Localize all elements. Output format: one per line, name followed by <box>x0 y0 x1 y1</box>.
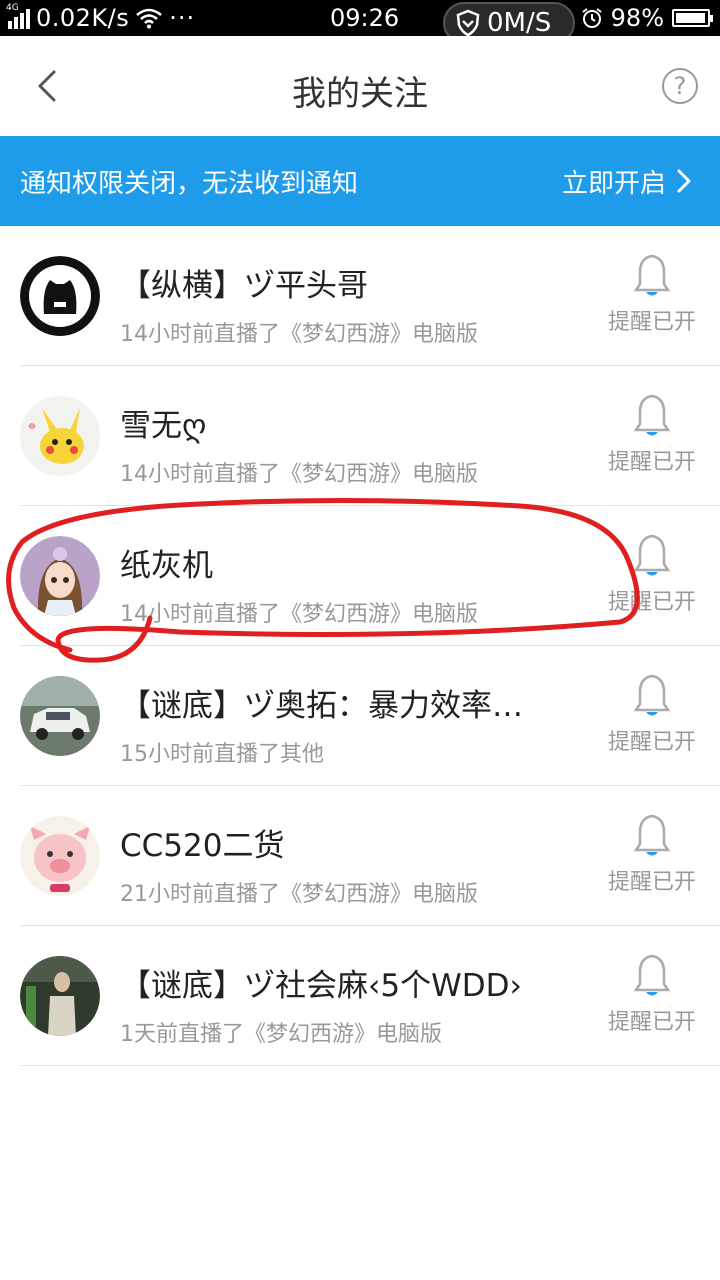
last-live-info: 14小时前直播了《梦幻西游》电脑版 <box>120 322 478 347</box>
banner-action-label: 立即开启 <box>561 168 666 199</box>
bell-icon <box>633 674 671 716</box>
streamer-name: 雪无ღ <box>120 408 207 444</box>
streamer-name: 【谜底】ヅ奥拓：暴力效率… <box>120 688 523 724</box>
network-speed: 0.02K/s <box>36 4 130 32</box>
page-title: 我的关注 <box>292 74 428 114</box>
streamer-name: 【谜底】ヅ社会麻‹5个WDD› <box>120 968 522 1004</box>
list-item[interactable]: 【谜底】ヅ社会麻‹5个WDD› 1天前直播了《梦幻西游》电脑版 提醒已开 <box>0 926 720 1066</box>
remind-toggle[interactable]: 提醒已开 <box>602 952 702 1036</box>
avatar[interactable] <box>20 816 100 896</box>
alarm-icon <box>582 8 602 28</box>
network-type: 4G <box>6 3 19 13</box>
more-notifications-dots: ··· <box>169 4 196 32</box>
remind-toggle[interactable]: 提醒已开 <box>602 672 702 756</box>
avatar[interactable] <box>20 536 100 616</box>
streamer-name: 纸灰机 <box>120 548 213 584</box>
remind-toggle[interactable]: 提醒已开 <box>602 252 702 336</box>
notification-permission-banner: 通知权限关闭，无法收到通知 立即开启 <box>0 136 720 226</box>
avatar[interactable] <box>20 676 100 756</box>
bell-icon <box>633 254 671 296</box>
list-item[interactable]: 纸灰机 14小时前直播了《梦幻西游》电脑版 提醒已开 <box>0 506 720 646</box>
shield-icon <box>456 9 480 37</box>
bell-icon <box>633 394 671 436</box>
remind-label: 提醒已开 <box>607 870 696 895</box>
avatar[interactable] <box>20 956 100 1036</box>
streamer-name: CC520二货 <box>120 828 285 864</box>
remind-label: 提醒已开 <box>607 1010 696 1035</box>
last-live-info: 15小时前直播了其他 <box>120 742 324 767</box>
remind-label: 提醒已开 <box>607 590 696 615</box>
list-item[interactable]: 雪无ღ 14小时前直播了《梦幻西游》电脑版 提醒已开 <box>0 366 720 506</box>
remind-toggle[interactable]: 提醒已开 <box>602 812 702 896</box>
remind-toggle[interactable]: 提醒已开 <box>602 532 702 616</box>
battery-fill <box>676 13 706 23</box>
avatar[interactable] <box>20 396 100 476</box>
pill-speed: 0M/S <box>487 8 552 38</box>
battery-percent: 98% <box>610 4 664 32</box>
chevron-right-icon <box>677 169 691 193</box>
last-live-info: 14小时前直播了《梦幻西游》电脑版 <box>120 602 478 627</box>
clock: 09:26 <box>330 4 400 32</box>
bell-icon <box>633 814 671 856</box>
remind-label: 提醒已开 <box>607 310 696 335</box>
banner-message: 通知权限关闭，无法收到通知 <box>20 168 359 199</box>
title-bar: 我的关注 ? <box>0 36 720 136</box>
wifi-icon <box>135 7 163 29</box>
signal-icon: 4G <box>6 3 30 29</box>
bell-icon <box>633 954 671 996</box>
enable-notifications-button[interactable]: 立即开启 <box>562 163 692 200</box>
remind-toggle[interactable]: 提醒已开 <box>602 392 702 476</box>
status-bar: 4G 0.02K/s ··· 09:26 0M/S 98% <box>0 0 720 44</box>
status-right: 98% <box>581 3 713 33</box>
last-live-info: 21小时前直播了《梦幻西游》电脑版 <box>120 882 478 907</box>
streamer-name: 【纵横】ヅ平头哥 <box>120 268 368 304</box>
remind-label: 提醒已开 <box>607 730 696 755</box>
list-item[interactable]: CC520二货 21小时前直播了《梦幻西游》电脑版 提醒已开 <box>0 786 720 926</box>
battery-icon <box>672 9 713 27</box>
last-live-info: 1天前直播了《梦幻西游》电脑版 <box>120 1022 442 1047</box>
follow-list: 【纵横】ヅ平头哥 14小时前直播了《梦幻西游》电脑版 提醒已开 雪无ღ 14小时… <box>0 226 720 1066</box>
bell-icon <box>633 534 671 576</box>
help-icon[interactable]: ? <box>662 68 698 104</box>
list-item[interactable]: 【谜底】ヅ奥拓：暴力效率… 15小时前直播了其他 提醒已开 <box>0 646 720 786</box>
avatar[interactable] <box>20 256 100 336</box>
list-item[interactable]: 【纵横】ヅ平头哥 14小时前直播了《梦幻西游》电脑版 提醒已开 <box>0 240 720 366</box>
remind-label: 提醒已开 <box>607 450 696 475</box>
status-left: 4G 0.02K/s ··· <box>6 3 196 33</box>
last-live-info: 14小时前直播了《梦幻西游》电脑版 <box>120 462 478 487</box>
